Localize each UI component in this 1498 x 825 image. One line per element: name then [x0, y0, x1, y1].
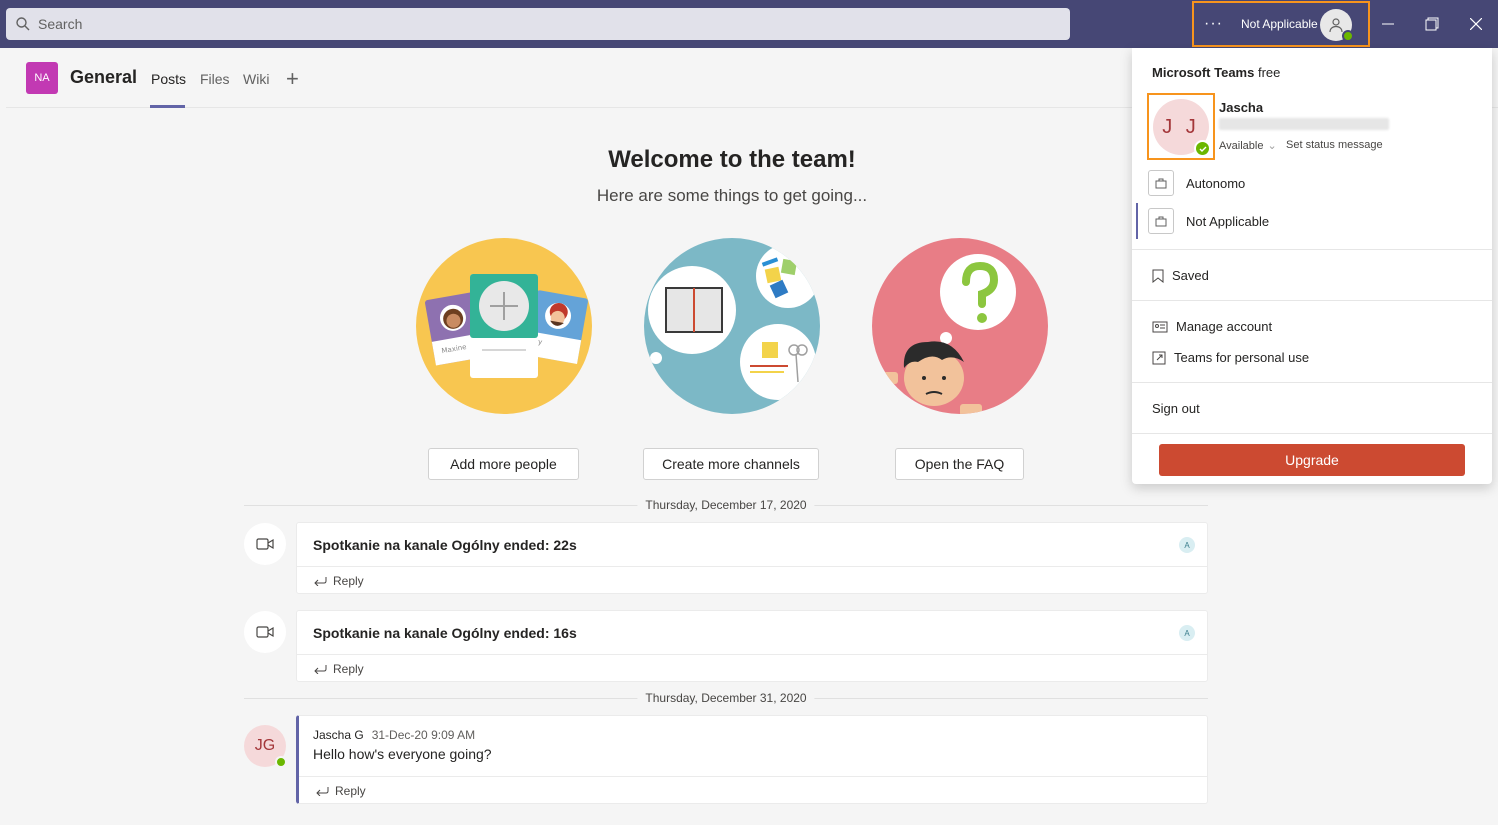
reply-label: Reply — [333, 573, 364, 588]
product-brand: Microsoft Teams free — [1152, 65, 1280, 80]
post-author[interactable]: Jascha G — [313, 728, 364, 742]
profile-dropdown: Microsoft Teams free J J Jascha Availabl… — [1132, 48, 1492, 484]
menu-divider — [1132, 300, 1492, 301]
available-status-icon — [1194, 140, 1211, 157]
title-bar: Search ··· Not Applicable — [0, 0, 1498, 48]
create-more-channels-button[interactable]: Create more channels — [643, 448, 819, 480]
meeting-icon-container — [244, 523, 286, 565]
more-options-icon[interactable]: ··· — [1204, 15, 1223, 33]
open-faq-button[interactable]: Open the FAQ — [895, 448, 1024, 480]
reply-button[interactable]: Reply — [297, 566, 1207, 594]
search-box[interactable]: Search — [6, 8, 1070, 40]
reply-label: Reply — [335, 783, 366, 798]
channel-name: General — [70, 67, 138, 87]
current-org-name: Not Applicable — [1240, 17, 1318, 31]
minimize-icon — [1382, 23, 1394, 25]
upgrade-button[interactable]: Upgrade — [1159, 444, 1465, 476]
tab-wiki[interactable]: Wiki — [243, 71, 269, 87]
saved-label: Saved — [1172, 268, 1209, 283]
user-avatar[interactable]: J J — [1153, 99, 1211, 157]
org-label: Autonomo — [1186, 175, 1246, 191]
author-initials: JG — [254, 737, 276, 754]
tab-files[interactable]: Files — [200, 71, 230, 87]
restore-button[interactable] — [1410, 0, 1454, 48]
video-camera-icon — [256, 538, 274, 550]
user-email-redacted — [1219, 118, 1389, 130]
search-placeholder: Search — [38, 16, 83, 32]
user-name: Jascha — [1219, 100, 1264, 115]
date-label: Thursday, December 17, 2020 — [637, 498, 815, 512]
reply-icon — [314, 576, 327, 586]
tab-posts[interactable]: Posts — [151, 71, 186, 87]
meeting-icon-container — [244, 611, 286, 653]
meeting-message-card[interactable]: Spotkanie na kanale Ogólny ended: 22s A … — [296, 522, 1208, 594]
org-item-not-applicable[interactable]: Not Applicable — [1132, 203, 1492, 239]
team-avatar[interactable]: NA — [26, 62, 58, 94]
post-message-card[interactable]: Jascha G 31-Dec-20 9:09 AM Hello how's ev… — [296, 715, 1208, 804]
create-channels-illustration — [644, 238, 820, 414]
post-header: Jascha G 31-Dec-20 9:09 AM — [313, 728, 475, 742]
reply-button[interactable]: Reply — [299, 776, 1207, 804]
set-status-message-link[interactable]: Set status message — [1286, 139, 1383, 151]
chevron-down-icon: ⌄ — [1267, 140, 1277, 152]
close-icon — [1470, 18, 1482, 30]
active-tab-indicator — [150, 105, 185, 108]
post-text: Hello how's everyone going? — [313, 746, 492, 762]
user-initials: J J — [1162, 115, 1200, 138]
sign-out-menu-item[interactable]: Sign out — [1152, 401, 1200, 416]
restore-icon — [1425, 17, 1439, 31]
meeting-title: Spotkanie na kanale Ogólny ended: 22s — [313, 537, 577, 553]
author-avatar[interactable]: JG — [244, 725, 287, 768]
available-status-icon — [1342, 30, 1354, 42]
person-icon — [1329, 18, 1343, 33]
manage-account-label: Manage account — [1176, 319, 1273, 334]
faq-illustration — [872, 238, 1048, 414]
personal-use-label: Teams for personal use — [1174, 350, 1310, 365]
brand-tier: free — [1257, 65, 1281, 80]
reply-icon — [316, 786, 329, 796]
status-label: Available — [1219, 140, 1264, 152]
org-label: Not Applicable — [1186, 213, 1270, 229]
minimize-button[interactable] — [1366, 0, 1410, 48]
add-more-people-button[interactable]: Add more people — [428, 448, 579, 480]
post-timestamp: 31-Dec-20 9:09 AM — [371, 728, 476, 742]
avatar-highlight[interactable]: J J — [1147, 93, 1215, 160]
close-button[interactable] — [1454, 0, 1498, 48]
id-card-icon — [1152, 321, 1168, 332]
add-people-illustration: Maxine ky — [416, 238, 592, 414]
participant-badge[interactable]: A — [1179, 625, 1195, 641]
menu-divider — [1132, 382, 1492, 383]
add-tab-button[interactable]: + — [286, 66, 299, 92]
profile-switcher[interactable]: ··· Not Applicable — [1192, 1, 1370, 47]
personal-use-menu-item[interactable]: Teams for personal use — [1152, 350, 1309, 365]
manage-account-menu-item[interactable]: Manage account — [1152, 319, 1272, 334]
org-item-autonomo[interactable]: Autonomo — [1132, 165, 1492, 201]
reply-label: Reply — [333, 661, 364, 676]
search-icon — [16, 17, 30, 31]
profile-avatar[interactable] — [1320, 9, 1354, 42]
brand-name: Microsoft Teams — [1152, 65, 1255, 80]
menu-divider — [1132, 249, 1492, 250]
check-icon — [1199, 146, 1206, 152]
meeting-title: Spotkanie na kanale Ogólny ended: 16s — [313, 625, 577, 641]
date-label: Thursday, December 31, 2020 — [637, 691, 815, 705]
saved-menu-item[interactable]: Saved — [1152, 268, 1209, 283]
date-separator: Thursday, December 17, 2020 — [244, 498, 1208, 512]
participant-badge[interactable]: A — [1179, 537, 1195, 553]
meeting-message-card[interactable]: Spotkanie na kanale Ogólny ended: 16s A … — [296, 610, 1208, 682]
status-selector[interactable]: Available ⌄ — [1219, 139, 1281, 152]
external-link-icon — [1152, 351, 1166, 364]
video-camera-icon — [256, 626, 274, 638]
bookmark-icon — [1152, 269, 1164, 283]
menu-divider — [1132, 433, 1492, 434]
reply-icon — [314, 664, 327, 674]
date-separator: Thursday, December 31, 2020 — [244, 691, 1208, 705]
briefcase-icon — [1148, 170, 1174, 196]
available-status-icon — [275, 756, 287, 768]
briefcase-icon — [1148, 208, 1174, 234]
reply-button[interactable]: Reply — [297, 654, 1207, 682]
